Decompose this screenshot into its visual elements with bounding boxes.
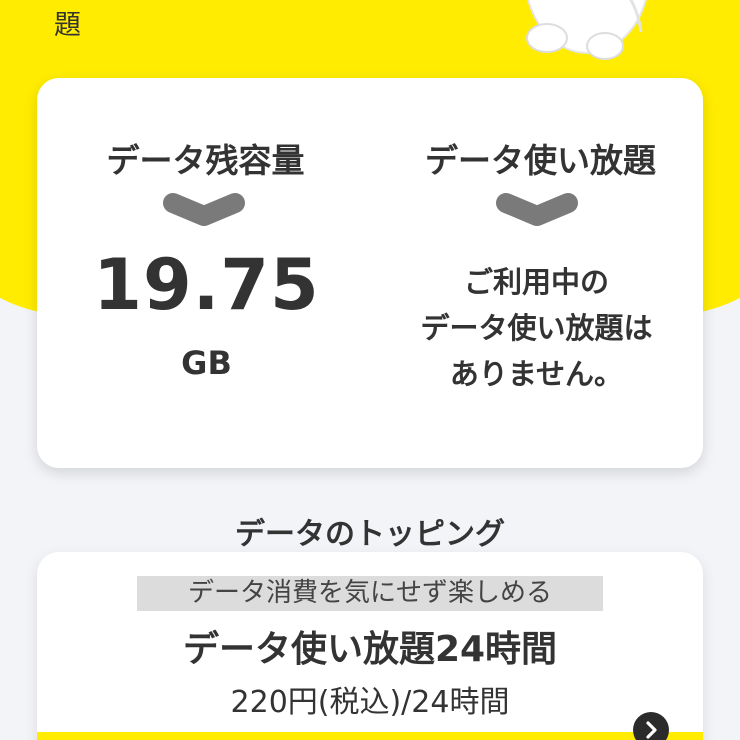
unlimited-message-line: データ使い放題は [420,311,653,345]
chevron-down-icon[interactable] [493,192,581,228]
remaining-data-value: 19.75 [93,244,320,326]
unlimited-message-line: ありません。 [449,357,624,391]
remaining-data-panel[interactable]: データ残容量 19.75 GB [37,78,370,468]
topping-tag: データ消費を気にせず楽しめる [137,576,603,611]
unlimited-data-message: ご利用中の データ使い放題は ありません。 [370,259,703,397]
unlimited-data-title: データ使い放題 [425,141,656,180]
toppings-section-title: データのトッピング [235,517,505,552]
remaining-data-unit: GB [181,344,232,382]
topping-price: 220円(税込)/24時間 [230,685,510,720]
chevron-down-icon[interactable] [160,192,248,228]
topping-detail-button[interactable] [633,712,669,740]
header-partial-text: 題 [54,10,81,41]
topping-card-footer [37,732,703,740]
page: 題 データ残容量 19.75 GB データ使い放題 ご利用中の データ使い放題は… [0,0,740,740]
mascot-character [526,0,647,60]
topping-name: データ使い放題24時間 [182,629,558,670]
topping-card-unlimited-24h[interactable]: データ消費を気にせず楽しめる データ使い放題24時間 220円(税込)/24時間 [37,552,703,740]
remaining-data-title: データ残容量 [106,141,305,180]
data-balance-card: データ残容量 19.75 GB データ使い放題 ご利用中の データ使い放題は あ… [37,78,703,468]
unlimited-data-panel[interactable]: データ使い放題 ご利用中の データ使い放題は ありません。 [370,78,703,468]
unlimited-message-line: ご利用中の [463,265,609,299]
chevron-right-icon [646,721,657,739]
